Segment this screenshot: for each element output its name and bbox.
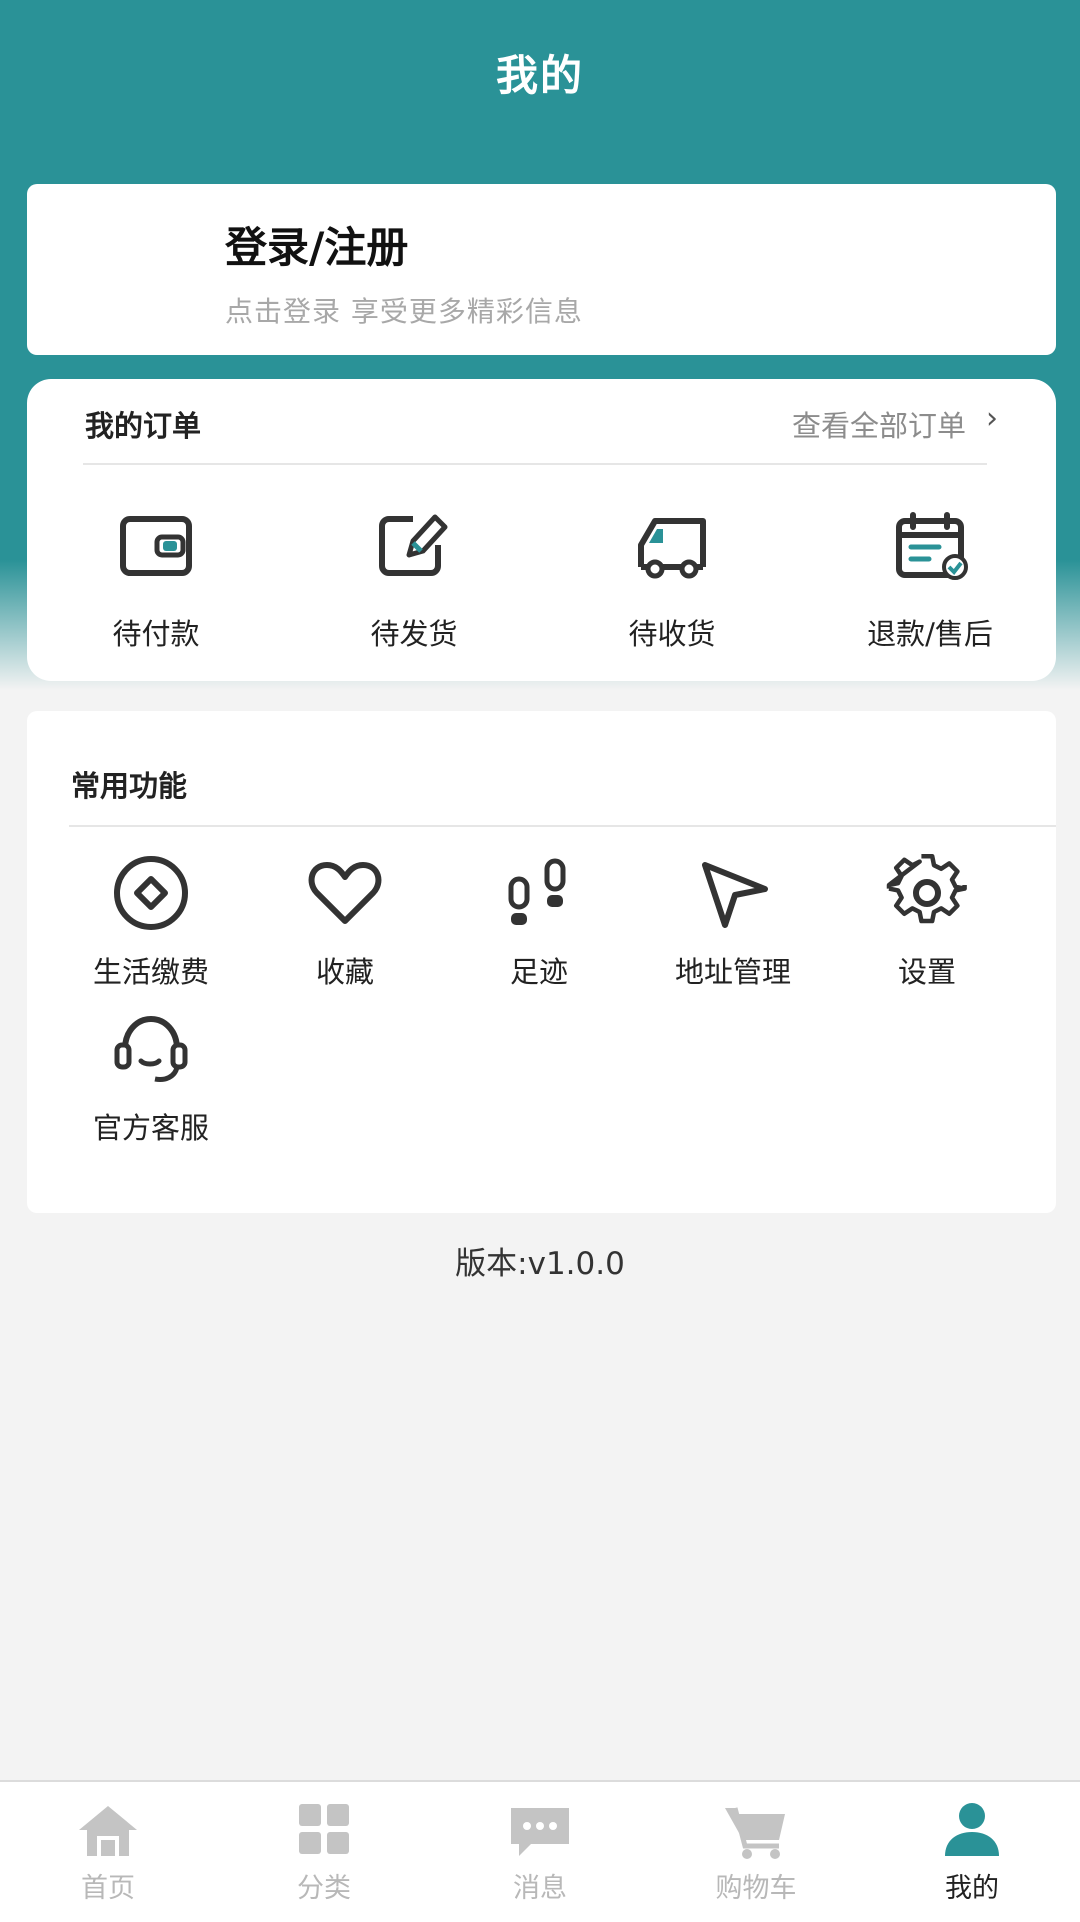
category-icon xyxy=(291,1800,357,1862)
chevron-right-icon[interactable]: › xyxy=(986,401,998,436)
function-customer-service[interactable]: 官方客服 xyxy=(54,1007,248,1147)
order-refund-aftersale[interactable]: 退款/售后 xyxy=(801,503,1059,653)
common-functions-title: 常用功能 xyxy=(71,769,188,803)
order-pending-shipment[interactable]: 待发货 xyxy=(285,503,543,653)
tab-category[interactable]: 分类 xyxy=(216,1782,432,1922)
order-item-label: 退款/售后 xyxy=(867,617,993,651)
tab-label: 我的 xyxy=(945,1873,999,1904)
edit-icon xyxy=(369,503,459,593)
order-pending-receipt[interactable]: 待收货 xyxy=(543,503,801,653)
tab-home[interactable]: 首页 xyxy=(0,1782,216,1922)
headset-icon xyxy=(109,1007,193,1091)
footprint-icon xyxy=(497,851,581,935)
function-settings[interactable]: 设置 xyxy=(830,851,1024,991)
tab-messages[interactable]: 消息 xyxy=(432,1782,648,1922)
login-register-link[interactable]: 登录/注册 xyxy=(225,214,408,275)
user-icon xyxy=(939,1800,1005,1862)
my-orders-title: 我的订单 xyxy=(85,409,202,443)
function-label: 收藏 xyxy=(315,955,374,989)
calendar-refund-icon xyxy=(885,503,975,593)
function-address-management[interactable]: 地址管理 xyxy=(636,851,830,991)
gear-icon xyxy=(885,851,969,935)
tab-profile[interactable]: 我的 xyxy=(864,1782,1080,1922)
login-card[interactable]: 登录/注册 点击登录 享受更多精彩信息 xyxy=(27,184,1056,355)
common-functions-card: 常用功能 生活缴费 收藏 足迹 地址管理 设置 官方客服 xyxy=(27,711,1056,1213)
home-icon xyxy=(75,1800,141,1862)
my-orders-card: 我的订单 查看全部订单 › 待付款 待发货 待收货 退款/售后 xyxy=(27,379,1056,681)
order-item-label: 待付款 xyxy=(112,617,200,651)
tab-label: 消息 xyxy=(513,1873,567,1904)
tab-label: 首页 xyxy=(81,1873,135,1904)
function-label: 足迹 xyxy=(509,955,568,989)
function-bill-payment[interactable]: 生活缴费 xyxy=(54,851,248,991)
version-text: 版本:v1.0.0 xyxy=(455,1246,625,1282)
function-label: 生活缴费 xyxy=(92,955,209,989)
wallet-icon xyxy=(111,503,201,593)
function-label: 地址管理 xyxy=(674,955,791,989)
tab-cart[interactable]: 购物车 xyxy=(648,1782,864,1922)
function-footprints[interactable]: 足迹 xyxy=(442,851,636,991)
order-item-label: 待收货 xyxy=(628,617,716,651)
payment-icon xyxy=(109,851,193,935)
tab-label: 购物车 xyxy=(715,1873,797,1904)
order-pending-payment[interactable]: 待付款 xyxy=(27,503,285,653)
function-label: 设置 xyxy=(897,955,956,989)
divider xyxy=(83,463,987,465)
bottom-tab-bar: 首页 分类 消息 购物车 我的 xyxy=(0,1780,1080,1922)
page-title: 我的 xyxy=(495,51,584,100)
order-item-label: 待发货 xyxy=(370,617,458,651)
cart-icon xyxy=(723,1800,789,1862)
message-icon xyxy=(507,1800,573,1862)
view-all-orders-link[interactable]: 查看全部订单 xyxy=(792,403,966,445)
heart-icon xyxy=(303,851,387,935)
navigation-icon xyxy=(691,851,775,935)
function-label: 官方客服 xyxy=(92,1111,209,1145)
login-subtitle: 点击登录 享受更多精彩信息 xyxy=(225,295,583,328)
function-favorites[interactable]: 收藏 xyxy=(248,851,442,991)
tab-label: 分类 xyxy=(297,1873,351,1904)
divider xyxy=(69,825,1056,827)
truck-icon xyxy=(627,503,717,593)
